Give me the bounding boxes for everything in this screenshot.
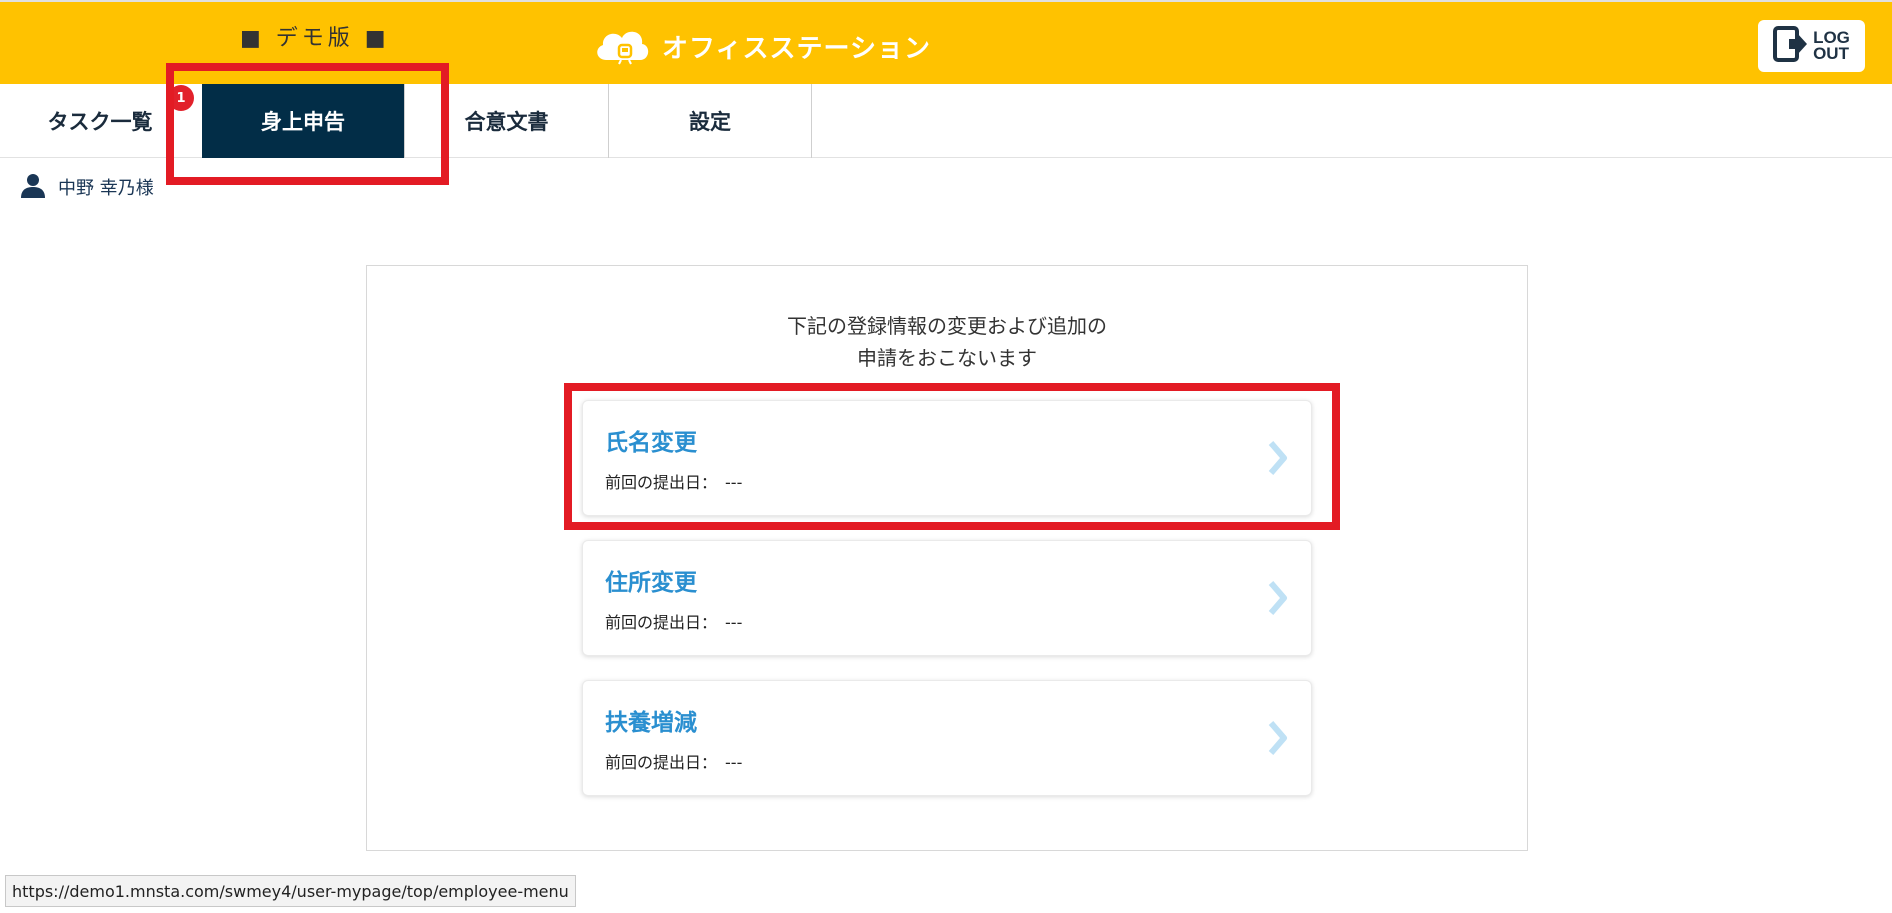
logout-icon xyxy=(1773,25,1808,67)
demo-label: ■ デモ版 ■ xyxy=(240,26,390,51)
card-title: 住所変更 xyxy=(605,570,697,596)
last-submitted-label: 前回の提出日： xyxy=(605,473,718,492)
chevron-right-icon xyxy=(1267,579,1289,621)
user-name: 中野 幸乃様 xyxy=(58,178,154,199)
user-info: 中野 幸乃様 xyxy=(20,172,154,202)
tab-divider xyxy=(811,84,812,158)
last-submitted-label: 前回の提出日： xyxy=(605,613,718,632)
cloud-icon xyxy=(592,22,652,70)
tab-personal-report[interactable]: 身上申告 xyxy=(202,84,404,158)
address-change-card[interactable]: 住所変更 前回の提出日： --- xyxy=(582,540,1312,656)
dependents-change-card[interactable]: 扶養増減 前回の提出日： --- xyxy=(582,680,1312,796)
name-change-card[interactable]: 氏名変更 前回の提出日： --- xyxy=(582,400,1312,516)
last-submitted-value: --- xyxy=(725,613,743,632)
notification-badge: 1 xyxy=(168,85,194,111)
status-bar-url: https://demo1.mnsta.com/swmey4/user-mypa… xyxy=(5,875,576,907)
card-title: 扶養増減 xyxy=(605,710,697,736)
application-panel: 下記の登録情報の変更および追加の 申請をおこないます 氏名変更 前回の提出日： -… xyxy=(366,265,1528,851)
chevron-right-icon xyxy=(1267,719,1289,761)
tab-label: 身上申告 xyxy=(261,110,345,134)
brand-name: オフィスステーション xyxy=(662,33,931,64)
card-title: 氏名変更 xyxy=(605,430,697,456)
brand-logo: オフィスステーション xyxy=(592,22,931,70)
card-last-submitted: 前回の提出日： --- xyxy=(605,469,742,493)
logout-button[interactable]: LOG OUT xyxy=(1758,20,1865,72)
panel-intro: 下記の登録情報の変更および追加の 申請をおこないます xyxy=(367,310,1527,374)
tab-settings[interactable]: 設定 xyxy=(609,84,811,158)
main-tabs: タスク一覧 身上申告 合意文書 設定 xyxy=(0,84,1892,158)
card-last-submitted: 前回の提出日： --- xyxy=(605,609,742,633)
last-submitted-value: --- xyxy=(725,753,743,772)
last-submitted-value: --- xyxy=(725,473,743,492)
card-last-submitted: 前回の提出日： --- xyxy=(605,749,742,773)
chevron-right-icon xyxy=(1267,439,1289,481)
intro-line-1: 下記の登録情報の変更および追加の xyxy=(787,314,1107,338)
tab-label: タスク一覧 xyxy=(47,110,153,134)
person-icon xyxy=(20,172,46,202)
last-submitted-label: 前回の提出日： xyxy=(605,753,718,772)
tab-label: 合意文書 xyxy=(464,110,549,134)
intro-line-2: 申請をおこないます xyxy=(857,346,1037,370)
tab-label: 設定 xyxy=(689,110,731,134)
tab-agreement-docs[interactable]: 合意文書 xyxy=(405,84,608,158)
app-header: ■ デモ版 ■ オフィスステーション LOG OUT xyxy=(0,0,1892,84)
logout-label: LOG OUT xyxy=(1813,28,1850,63)
